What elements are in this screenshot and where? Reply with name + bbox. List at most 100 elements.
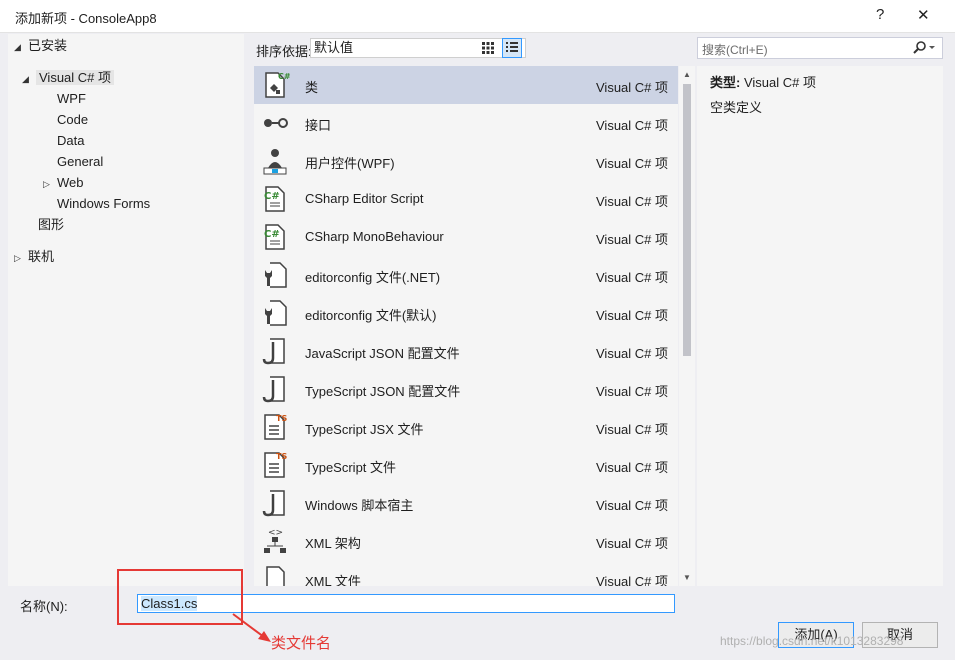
template-name: XML 文件 xyxy=(305,574,361,586)
template-name: 类 xyxy=(305,80,319,95)
svg-text:TS: TS xyxy=(276,414,287,423)
ts-file-icon: TS xyxy=(260,450,290,480)
template-name: CSharp Editor Script xyxy=(305,191,424,206)
template-kind: Visual C# 项 xyxy=(596,118,669,133)
template-name: Windows 脚本宿主 xyxy=(305,498,414,513)
template-row[interactable]: C# 类 Visual C# 项 xyxy=(254,66,678,104)
type-value: Visual C# 项 xyxy=(743,75,816,90)
template-kind: Visual C# 项 xyxy=(596,308,669,323)
watermark: https://blog.csdn.net/k1013283298 xyxy=(720,634,904,648)
svg-text:TS: TS xyxy=(276,452,287,461)
template-name: 用户控件(WPF) xyxy=(305,156,395,171)
template-name: editorconfig 文件(.NET) xyxy=(305,270,441,285)
template-row[interactable]: <> XML 架构 Visual C# 项 xyxy=(254,522,678,560)
tree-item-general[interactable]: General xyxy=(57,152,103,172)
template-row[interactable]: TS TypeScript JSX 文件 Visual C# 项 xyxy=(254,408,678,446)
template-tree xyxy=(8,34,244,586)
template-kind: Visual C# 项 xyxy=(596,80,669,95)
annotation-highlight-box xyxy=(117,569,243,625)
tree-item-windows-forms[interactable]: Windows Forms xyxy=(57,194,150,214)
template-row[interactable]: TS TypeScript 文件 Visual C# 项 xyxy=(254,446,678,484)
json-file-icon xyxy=(260,374,290,404)
annotation-arrow-icon xyxy=(232,613,271,642)
xml-schema-icon: <> xyxy=(260,526,290,556)
list-view-icon xyxy=(506,42,518,52)
tree-item-code[interactable]: Code xyxy=(57,110,88,130)
template-row[interactable]: C# CSharp MonoBehaviour Visual C# 项 xyxy=(254,218,678,256)
tree-item-data[interactable]: Data xyxy=(57,131,84,151)
sort-label: 排序依据: xyxy=(256,44,312,59)
template-name: 接口 xyxy=(305,118,332,133)
template-kind: Visual C# 项 xyxy=(596,422,669,437)
template-kind: Visual C# 项 xyxy=(596,536,669,551)
sort-value: 默认值 xyxy=(314,40,354,55)
search-input[interactable]: 搜索(Ctrl+E) xyxy=(702,41,768,58)
title-bar: 添加新项 - ConsoleApp8 ? ✕ xyxy=(0,0,955,33)
script-host-icon xyxy=(260,488,290,518)
template-name: CSharp MonoBehaviour xyxy=(305,229,444,244)
config-file-icon xyxy=(260,298,290,328)
name-label: 名称(N): xyxy=(20,599,68,614)
type-label: 类型: xyxy=(710,75,741,90)
scroll-up-icon[interactable]: ▲ xyxy=(683,70,691,79)
tree-item-web[interactable]: ▷ Web xyxy=(43,173,84,193)
expand-arrow-icon[interactable]: ▷ xyxy=(14,248,28,268)
template-kind: Visual C# 项 xyxy=(596,384,669,399)
annotation-label: 类文件名 xyxy=(271,635,332,652)
template-row[interactable]: JavaScript JSON 配置文件 Visual C# 项 xyxy=(254,332,678,370)
collapse-arrow-icon[interactable]: ◢ xyxy=(22,69,36,89)
template-list: C# 类 Visual C# 项接口 Visual C# 项用户控件(WPF) Visu… xyxy=(254,66,678,586)
tree-item-wpf[interactable]: WPF xyxy=(57,89,86,109)
svg-text:C#: C# xyxy=(264,191,280,202)
csharp-file-icon: C# xyxy=(260,222,290,252)
template-row[interactable]: XML 文件 Visual C# 项 xyxy=(254,560,678,586)
ts-file-icon: TS xyxy=(260,412,290,442)
tree-item-installed[interactable]: ◢ 已安装 xyxy=(14,36,67,56)
template-name: TypeScript JSX 文件 xyxy=(305,422,424,437)
svg-text:C#: C# xyxy=(278,72,290,81)
template-kind: Visual C# 项 xyxy=(596,460,669,475)
description-type: 类型: Visual C# 项 xyxy=(710,72,816,91)
template-row[interactable]: C# CSharp Editor Script Visual C# 项 xyxy=(254,180,678,218)
scrollbar-thumb[interactable] xyxy=(683,84,691,356)
interface-icon xyxy=(260,108,290,138)
search-box[interactable]: 搜索(Ctrl+E) xyxy=(697,37,943,59)
template-row[interactable]: Windows 脚本宿主 Visual C# 项 xyxy=(254,484,678,522)
collapse-arrow-icon[interactable]: ◢ xyxy=(14,37,28,57)
window-title: 添加新项 - ConsoleApp8 xyxy=(15,11,157,26)
help-button[interactable]: ? xyxy=(876,6,884,23)
template-row[interactable]: editorconfig 文件(默认) Visual C# 项 xyxy=(254,294,678,332)
template-kind: Visual C# 项 xyxy=(596,270,669,285)
template-kind: Visual C# 项 xyxy=(596,194,669,209)
search-icon[interactable] xyxy=(910,40,936,56)
grid-view-button[interactable] xyxy=(478,38,498,58)
scroll-down-icon[interactable]: ▼ xyxy=(683,573,691,582)
template-row[interactable]: 接口 Visual C# 项 xyxy=(254,104,678,142)
template-row[interactable]: editorconfig 文件(.NET) Visual C# 项 xyxy=(254,256,678,294)
description-pane: 类型: Visual C# 项 空类定义 xyxy=(697,66,943,586)
template-kind: Visual C# 项 xyxy=(596,156,669,171)
tree-item-graphics[interactable]: 图形 xyxy=(38,215,64,235)
xml-file-icon xyxy=(260,564,290,586)
template-kind: Visual C# 项 xyxy=(596,346,669,361)
description-text: 空类定义 xyxy=(710,100,763,115)
config-file-icon xyxy=(260,260,290,290)
expand-arrow-icon[interactable]: ▷ xyxy=(43,174,57,194)
template-name: editorconfig 文件(默认) xyxy=(305,308,437,323)
template-kind: Visual C# 项 xyxy=(596,574,669,586)
svg-text:C#: C# xyxy=(264,229,280,240)
tree-item-visual-csharp[interactable]: ◢ Visual C# 项 xyxy=(22,68,115,89)
template-kind: Visual C# 项 xyxy=(596,498,669,513)
list-scrollbar[interactable]: ▲ ▼ xyxy=(679,66,695,586)
template-row[interactable]: TypeScript JSON 配置文件 Visual C# 项 xyxy=(254,370,678,408)
close-button[interactable]: ✕ xyxy=(917,6,930,24)
template-name: TypeScript 文件 xyxy=(305,460,397,475)
list-view-button[interactable] xyxy=(502,38,522,58)
tree-item-online[interactable]: ▷ 联机 xyxy=(14,247,54,267)
template-name: XML 架构 xyxy=(305,536,361,551)
svg-text:<>: <> xyxy=(268,528,283,538)
class-icon: C# xyxy=(260,70,291,100)
template-kind: Visual C# 项 xyxy=(596,232,669,247)
template-name: TypeScript JSON 配置文件 xyxy=(305,384,461,399)
template-row[interactable]: 用户控件(WPF) Visual C# 项 xyxy=(254,142,678,180)
